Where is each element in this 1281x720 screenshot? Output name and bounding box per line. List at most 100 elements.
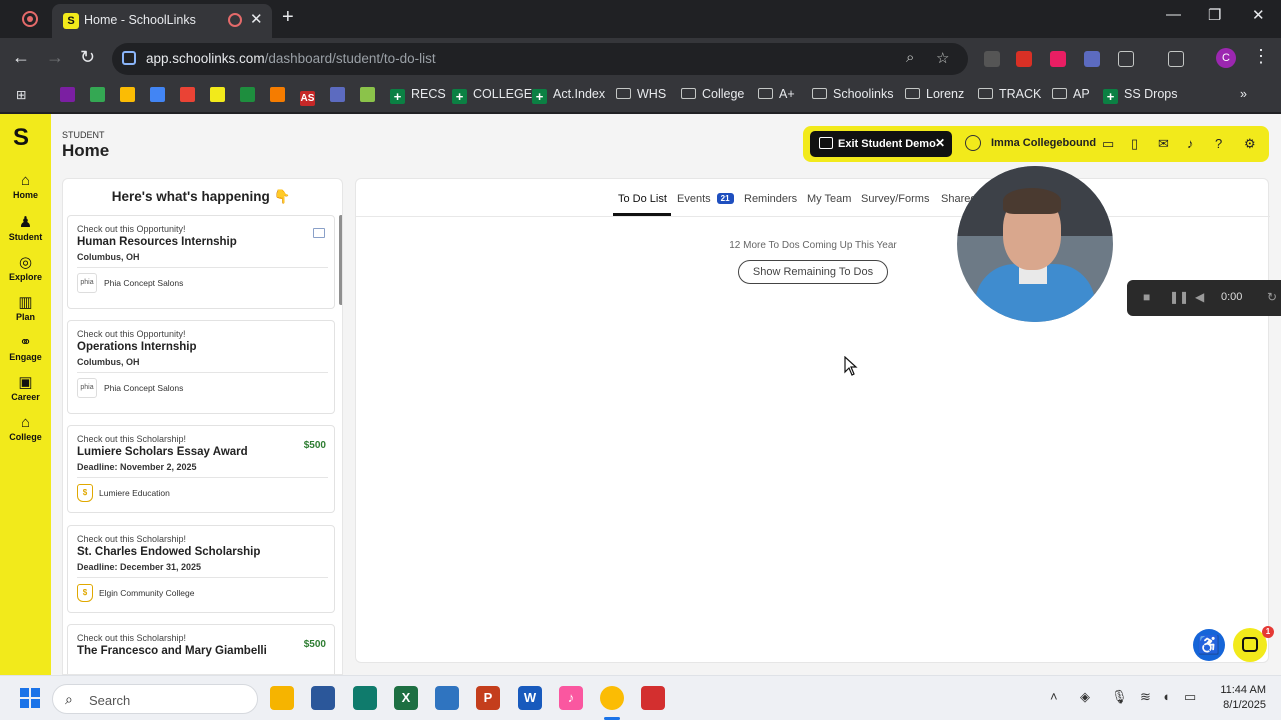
bookmark-icon-green[interactable] (240, 87, 255, 102)
battery-icon[interactable]: ▭ (1184, 689, 1196, 705)
card-title[interactable]: Lumiere Scholars Essay Award (77, 446, 248, 458)
bookmark-act-index[interactable]: + Act.Index (532, 87, 605, 104)
calendar-icon[interactable] (150, 87, 165, 102)
bookmark-icon-orange[interactable] (270, 87, 285, 102)
drive-icon[interactable] (120, 87, 135, 102)
gear-icon[interactable]: ⚙ (1244, 136, 1256, 152)
bell-icon[interactable]: ♪ (1187, 136, 1194, 151)
bookmark-icon-image[interactable] (360, 87, 375, 102)
sidebar-item-career[interactable]: ▣ Career (0, 374, 51, 402)
notepad-icon[interactable] (435, 686, 459, 710)
powerpoint-icon[interactable]: P (476, 686, 500, 710)
card-title[interactable]: Operations Internship (77, 341, 197, 353)
acrobat-icon[interactable] (641, 686, 665, 710)
bookmark-ss-drops[interactable]: + SS Drops (1103, 87, 1178, 104)
sidebar-item-home[interactable]: ⌂ Home (0, 172, 51, 200)
bookmark-as-icon[interactable]: AS (300, 91, 315, 106)
help-icon[interactable]: ? (1215, 136, 1222, 151)
tab-my-team[interactable]: My Team (807, 193, 851, 205)
acrobat-extension-icon[interactable] (1016, 51, 1032, 67)
gmail-icon[interactable] (180, 87, 195, 102)
chart-icon[interactable] (313, 228, 325, 238)
user-name[interactable]: Imma Collegebound (991, 137, 1096, 149)
wallet-icon[interactable]: ▭ (1102, 136, 1114, 152)
zoom-search-icon[interactable]: ⌕ (906, 49, 914, 66)
document-icon[interactable]: ▯ (1131, 136, 1138, 152)
itunes-icon[interactable]: ♪ (559, 686, 583, 710)
bookmark-icon-2[interactable] (90, 87, 105, 102)
bookmark-folder-schoolinks[interactable]: Schoolinks (812, 87, 893, 101)
wifi-icon[interactable]: ≋ (1140, 689, 1151, 705)
security-icon[interactable]: ◈ (1080, 689, 1090, 705)
bookmark-folder-college[interactable]: College (681, 87, 744, 101)
stop-icon[interactable]: ■ (1143, 290, 1150, 304)
card-title[interactable]: The Francesco and Mary Giambelli (77, 645, 267, 657)
more-bookmarks-chevron-icon[interactable]: » (1240, 87, 1247, 101)
feed-card[interactable]: Check out this Scholarship! St. Charles … (67, 525, 335, 613)
browser-tab-active[interactable]: S Home - SchoolLinks ✕ (52, 4, 272, 38)
tab-survey-forms[interactable]: Survey/Forms (861, 193, 929, 205)
taskbar-clock[interactable]: 11:44 AM 8/1/2025 (1206, 683, 1266, 713)
tray-chevron-icon[interactable]: ˄ (1050, 689, 1058, 704)
sidebar-item-college[interactable]: ⌂ College (0, 414, 51, 442)
address-bar[interactable]: app.schoolinks.com/dashboard/student/to-… (112, 43, 968, 75)
mail-icon[interactable]: ✉ (1158, 136, 1169, 152)
bookmark-star-icon[interactable]: ☆ (936, 49, 949, 67)
microphone-icon[interactable]: 🎙 (1111, 689, 1128, 705)
sidebar-item-explore[interactable]: ◎ Explore (0, 254, 51, 282)
profile-avatar[interactable]: C (1216, 48, 1236, 68)
bookmark-folder-whs[interactable]: WHS (616, 87, 666, 101)
taskbar-search[interactable]: ⌕ Search (52, 684, 258, 714)
tab-to-do-list[interactable]: To Do List (618, 193, 667, 205)
bookmark-folder-track[interactable]: TRACK (978, 87, 1041, 101)
file-explorer-icon[interactable] (270, 686, 294, 710)
tab-events[interactable]: Events 21 (677, 193, 734, 205)
tab-reminders[interactable]: Reminders (744, 193, 797, 205)
sidebar-item-student[interactable]: ♟ Student (0, 214, 51, 242)
bookmark-folder-lorenz[interactable]: Lorenz (905, 87, 964, 101)
site-info-icon[interactable] (122, 51, 136, 65)
sidebar-item-engage[interactable]: ⚭ Engage (0, 334, 51, 362)
user-avatar-icon[interactable] (965, 135, 981, 151)
schoolinks-logo[interactable]: S (13, 124, 29, 152)
schoolinks-bookmark-icon[interactable] (210, 87, 225, 102)
side-panel-icon[interactable] (1168, 51, 1184, 67)
calculator-icon[interactable] (311, 686, 335, 710)
extensions-puzzle-icon[interactable] (1118, 51, 1134, 67)
extension-gray-icon[interactable] (984, 51, 1000, 67)
restart-icon[interactable]: ↻ (1267, 290, 1277, 304)
feed-card[interactable]: Check out this Opportunity! Operations I… (67, 320, 335, 414)
windows-start-icon[interactable] (20, 688, 40, 708)
show-remaining-todos-button[interactable]: Show Remaining To Dos (738, 260, 888, 284)
browser-menu-icon[interactable]: ⋮ (1252, 46, 1270, 67)
exit-student-demo-button[interactable]: Exit Student Demo ✕ (810, 131, 952, 157)
tab-close-icon[interactable]: ✕ (250, 10, 263, 28)
feed-card[interactable]: Check out this Scholarship! $500 Lumiere… (67, 425, 335, 513)
reload-icon[interactable]: ↻ (80, 47, 95, 68)
bookmark-icon-blue[interactable] (330, 87, 345, 102)
excel-icon[interactable]: X (394, 686, 418, 710)
feed-card[interactable]: Check out this Scholarship! $500 The Fra… (67, 624, 335, 674)
mute-icon[interactable]: ◀ (1195, 290, 1204, 304)
forward-arrow-icon[interactable]: → (46, 47, 64, 68)
feed-card[interactable]: Check out this Opportunity! Human Resour… (67, 215, 335, 309)
card-title[interactable]: St. Charles Endowed Scholarship (77, 546, 260, 558)
pause-icon[interactable]: ❚❚ (1169, 290, 1189, 304)
sidebar-item-plan[interactable]: ▥ Plan (0, 294, 51, 322)
bookmark-folder-aplus[interactable]: A+ (758, 87, 795, 101)
chrome-icon[interactable] (600, 686, 624, 710)
url-text[interactable]: app.schoolinks.com/dashboard/student/to-… (146, 51, 436, 66)
card-title[interactable]: Human Resources Internship (77, 236, 237, 248)
bookmark-icon-1[interactable] (60, 87, 75, 102)
back-arrow-icon[interactable]: ← (12, 47, 30, 68)
bookmark-college-caps[interactable]: + COLLEGE (452, 87, 532, 104)
gear-extension-icon[interactable] (1084, 51, 1100, 67)
screencast-extension-icon[interactable] (1050, 51, 1066, 67)
snipping-tool-icon[interactable] (353, 686, 377, 710)
accessibility-icon[interactable]: ♿ (1193, 629, 1225, 661)
feed-scrollbar[interactable] (339, 215, 342, 305)
volume-icon[interactable]: ◖ (1162, 689, 1170, 704)
close-icon[interactable]: ✕ (935, 136, 945, 150)
window-close-icon[interactable]: ✕ (1252, 6, 1265, 24)
new-tab-button[interactable]: + (282, 6, 294, 29)
